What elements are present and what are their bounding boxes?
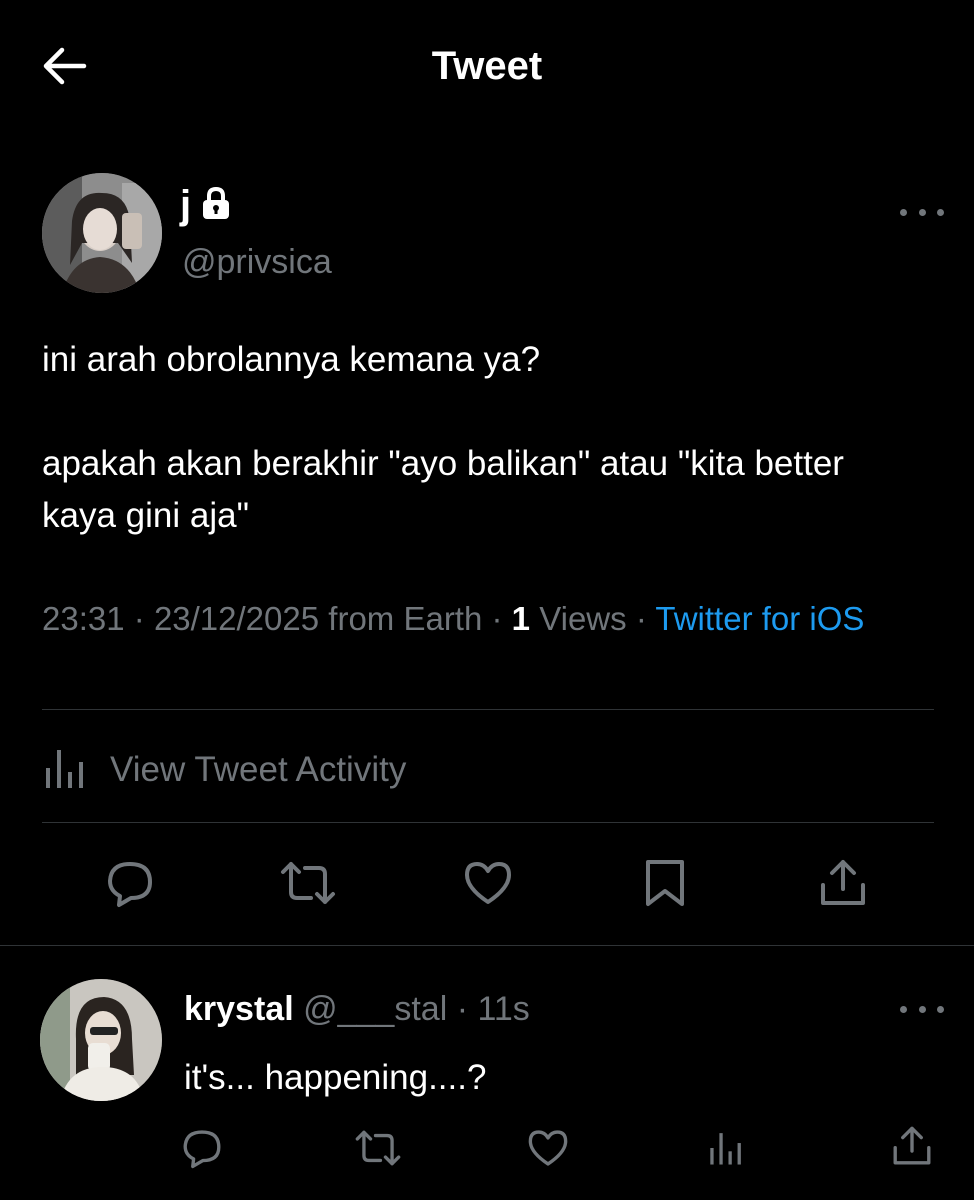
reply-activity-button[interactable] <box>698 1122 754 1178</box>
tweet-time: 23:31 <box>42 600 125 637</box>
page-title: Tweet <box>431 44 543 88</box>
reply-share-button[interactable] <box>884 1120 940 1176</box>
view-activity-label: View Tweet Activity <box>110 750 407 789</box>
meta-separator: · <box>635 600 647 637</box>
reply-icon <box>105 858 155 913</box>
reply-like-button[interactable] <box>520 1122 576 1178</box>
bookmark-icon <box>643 858 687 913</box>
reply-avatar[interactable] <box>40 979 162 1101</box>
meta-separator: · <box>491 600 503 637</box>
more-icon <box>900 208 907 216</box>
reply-icon <box>181 1127 223 1174</box>
author-name-row: j <box>180 185 231 225</box>
reply-text: it's... happening....? <box>184 1058 487 1097</box>
bar-chart-icon <box>42 746 88 795</box>
meta-separator: · <box>133 600 145 637</box>
reply-header: krystal @___stal · 11s <box>184 990 530 1029</box>
reply-more-button[interactable] <box>900 999 944 1019</box>
heart-icon <box>463 860 513 911</box>
top-bar: Tweet <box>0 0 974 140</box>
heart-icon <box>527 1128 569 1173</box>
divider <box>0 945 974 946</box>
retweet-icon <box>279 858 337 913</box>
author-display-name[interactable]: j <box>180 185 191 225</box>
views-label: Views <box>539 600 627 637</box>
tweet-source-link[interactable]: Twitter for iOS <box>655 600 864 637</box>
share-icon <box>891 1124 933 1173</box>
more-icon <box>900 1005 907 1013</box>
reply-time: 11s <box>477 990 530 1028</box>
author-handle[interactable]: @privsica <box>182 243 332 282</box>
bar-chart-icon <box>707 1129 745 1172</box>
lock-icon <box>201 186 231 225</box>
share-icon <box>818 857 868 914</box>
divider <box>42 709 934 710</box>
author-avatar[interactable] <box>42 173 162 293</box>
tweet-more-button[interactable] <box>900 202 944 222</box>
tweet-text: ini arah obrolannya kemana ya? apakah ak… <box>42 340 844 535</box>
reply-reply-button[interactable] <box>174 1122 230 1178</box>
view-activity-button[interactable]: View Tweet Activity <box>42 740 406 800</box>
divider <box>42 822 934 823</box>
share-button[interactable] <box>813 855 873 915</box>
reply-button[interactable] <box>100 855 160 915</box>
retweet-icon <box>354 1127 402 1174</box>
bookmark-button[interactable] <box>635 855 695 915</box>
tweet-date: 23/12/2025 <box>153 600 320 637</box>
views-count: 1 <box>511 600 531 637</box>
retweet-button[interactable] <box>278 855 338 915</box>
like-button[interactable] <box>458 855 518 915</box>
reply-handle[interactable]: @___stal <box>303 990 447 1028</box>
tweet-location: from Earth <box>328 600 483 637</box>
meta-separator: · <box>456 990 469 1028</box>
tweet-meta: 23:31 · 23/12/2025 from Earth · 1 Views … <box>42 598 922 640</box>
reply-display-name[interactable]: krystal <box>184 990 294 1028</box>
reply-retweet-button[interactable] <box>350 1122 406 1178</box>
